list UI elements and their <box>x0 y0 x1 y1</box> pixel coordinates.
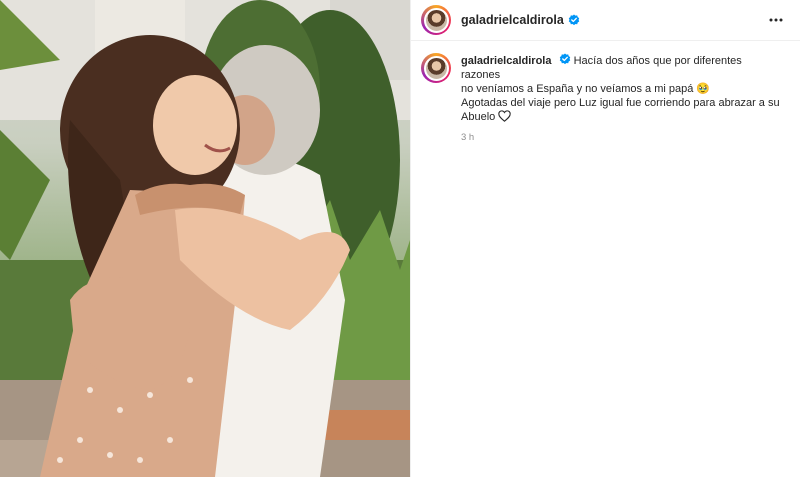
post-photo[interactable] <box>0 0 410 477</box>
caption-author-avatar[interactable] <box>421 53 451 83</box>
instagram-post: galadrielcaldirola galadrielcaldirola Ha… <box>0 0 800 477</box>
caption-text: galadrielcaldirola Hacía dos años que po… <box>461 53 781 124</box>
caption-body: galadrielcaldirola Hacía dos años que po… <box>461 53 781 143</box>
post-header: galadrielcaldirola <box>411 0 800 41</box>
caption-comment: galadrielcaldirola Hacía dos años que po… <box>411 41 800 143</box>
post-details-panel: galadrielcaldirola galadrielcaldirola Ha… <box>410 0 800 477</box>
heart-outline-icon <box>498 110 511 122</box>
caption-line-2: no veníamos a España y no veíamos a mi p… <box>461 83 711 95</box>
photo-illustration <box>0 0 410 477</box>
author-username[interactable]: galadrielcaldirola <box>461 13 564 27</box>
avatar-image <box>423 55 449 81</box>
caption-username[interactable]: galadrielcaldirola <box>461 55 551 67</box>
author-info: galadrielcaldirola <box>421 5 766 35</box>
more-options-icon[interactable] <box>766 10 786 30</box>
verified-badge-icon <box>568 14 580 26</box>
post-timestamp[interactable]: 3 h <box>461 132 781 143</box>
caption-line-4: Abuelo <box>461 111 496 123</box>
author-avatar[interactable] <box>421 5 451 35</box>
avatar-image <box>423 7 449 33</box>
caption-line-3: Agotadas del viaje pero Luz igual fue co… <box>461 97 780 109</box>
verified-badge-icon <box>559 53 571 65</box>
